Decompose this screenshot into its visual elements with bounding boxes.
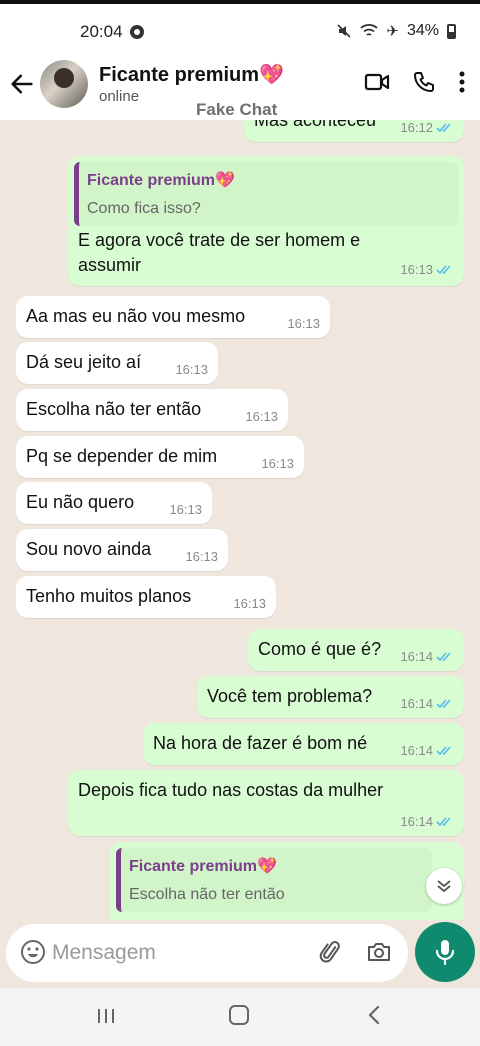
- message-bubble-outgoing[interactable]: Na hora de fazer é bom né 16:14: [143, 723, 464, 765]
- mic-button[interactable]: [415, 922, 475, 982]
- recent-apps-icon[interactable]: [96, 1006, 116, 1026]
- mute-icon: [337, 24, 351, 38]
- message-bubble-incoming[interactable]: Dá seu jeito aí 16:13: [16, 342, 218, 384]
- message-time: 16:13: [245, 409, 278, 424]
- message-time: 16:13: [400, 262, 454, 277]
- message-time: 16:13: [169, 502, 202, 517]
- message-bubble-incoming[interactable]: Aa mas eu não vou mesmo 16:13: [16, 296, 330, 338]
- message-text: Escolha não ter então: [26, 399, 202, 419]
- message-bubble-outgoing[interactable]: Mas aconteceu 16:12: [244, 120, 464, 142]
- battery-icon: [447, 23, 456, 39]
- message-text: Na hora de fazer é bom né: [153, 733, 368, 753]
- message-time: 16:13: [175, 362, 208, 377]
- message-text: Depois fica tudo nas costas da mulher: [78, 780, 384, 800]
- message-bubble-outgoing[interactable]: Ficante premium💖 Como fica isso? E agora…: [68, 156, 464, 286]
- message-composer: [6, 924, 408, 982]
- message-time: 16:14: [400, 649, 454, 664]
- status-icons: ✈ 34%: [336, 22, 456, 40]
- quoted-sender: Ficante premium💖: [129, 858, 277, 875]
- contact-name[interactable]: Ficante premium💖: [99, 62, 284, 87]
- quoted-message[interactable]: Ficante premium💖 Escolha não ter então: [116, 848, 432, 912]
- message-text: Dá seu jeito aí: [26, 352, 142, 372]
- read-ticks-icon: [436, 746, 451, 756]
- phone-icon[interactable]: [412, 70, 436, 94]
- contact-avatar[interactable]: [40, 60, 88, 108]
- message-bubble-incoming[interactable]: Pq se depender de mim 16:13: [16, 436, 304, 478]
- message-bubble-outgoing[interactable]: Como é que é? 16:14: [248, 629, 464, 671]
- quoted-sender: Ficante premium💖: [87, 172, 235, 189]
- message-time: 16:13: [233, 596, 266, 611]
- message-time: 16:13: [185, 549, 218, 564]
- wifi-icon: [360, 24, 378, 36]
- emoji-icon[interactable]: [20, 939, 46, 965]
- message-text: Tenho muitos planos: [26, 586, 192, 606]
- more-vert-icon[interactable]: [458, 70, 466, 94]
- message-time: 16:14: [400, 696, 454, 711]
- message-text: Você tem problema?: [207, 686, 373, 706]
- back-arrow-icon[interactable]: [8, 70, 36, 98]
- message-time: 16:13: [287, 316, 320, 331]
- message-text: Mas aconteceu: [254, 120, 377, 130]
- status-time: 20:04: [80, 22, 123, 41]
- quoted-text: Como fica isso?: [87, 200, 201, 217]
- attach-icon[interactable]: [318, 939, 344, 965]
- message-bubble-incoming[interactable]: Escolha não ter então 16:13: [16, 389, 288, 431]
- read-ticks-icon: [436, 265, 451, 275]
- message-text: Como é que é?: [258, 639, 382, 659]
- read-ticks-icon: [436, 123, 451, 133]
- scroll-down-icon: [437, 880, 451, 892]
- quoted-message[interactable]: Ficante premium💖 Como fica isso?: [74, 162, 458, 226]
- message-list[interactable]: Mas aconteceu 16:12 Ficante premium💖 Com…: [0, 120, 480, 920]
- read-ticks-icon: [436, 817, 451, 827]
- contact-status: online: [99, 88, 140, 105]
- message-time: 16:14: [400, 743, 454, 758]
- system-nav-bar: [0, 988, 480, 1046]
- airplane-icon: ✈: [386, 22, 399, 40]
- scroll-down-button[interactable]: [426, 868, 462, 904]
- header-actions: [364, 70, 466, 94]
- message-time: 16:12: [400, 120, 454, 135]
- camera-icon[interactable]: [366, 939, 392, 965]
- message-bubble-incoming[interactable]: Sou novo ainda 16:13: [16, 529, 228, 571]
- message-input[interactable]: [52, 938, 302, 968]
- read-ticks-icon: [436, 652, 451, 662]
- battery-percent: 34%: [406, 22, 439, 39]
- message-text: Sou novo ainda: [26, 539, 152, 559]
- message-text: Eu não quero: [26, 492, 135, 512]
- watermark: Fake Chat: [196, 100, 278, 119]
- message-bubble-outgoing[interactable]: Você tem problema? 16:14: [197, 676, 464, 718]
- message-bubble-outgoing[interactable]: Depois fica tudo nas costas da mulher 16…: [68, 770, 464, 836]
- message-bubble-incoming[interactable]: Tenho muitos planos 16:13: [16, 576, 276, 618]
- message-time: 16:14: [400, 814, 454, 829]
- notification-icon: [130, 25, 144, 39]
- chat-screen: 20:04 ✈ 34% Ficante premium💖 online Fake…: [0, 0, 480, 1046]
- message-bubble-incoming[interactable]: Eu não quero 16:13: [16, 482, 212, 524]
- message-text-line2: assumir: [78, 255, 142, 275]
- message-text: Pq se depender de mim: [26, 446, 218, 466]
- message-text: E agora você trate de ser homem e: [78, 230, 361, 250]
- home-icon[interactable]: [229, 1005, 249, 1025]
- nav-back-icon[interactable]: [366, 1004, 382, 1026]
- contact-emoji: 💖: [259, 64, 284, 86]
- status-bar: 20:04 ✈ 34%: [0, 0, 480, 56]
- quoted-text: Escolha não ter então: [129, 886, 285, 903]
- message-text: Aa mas eu não vou mesmo: [26, 306, 246, 326]
- video-call-icon[interactable]: [364, 71, 390, 93]
- message-time: 16:13: [261, 456, 294, 471]
- read-ticks-icon: [436, 699, 451, 709]
- message-bubble-outgoing[interactable]: Ficante premium💖 Escolha não ter então: [110, 842, 464, 920]
- mic-icon: [435, 940, 455, 966]
